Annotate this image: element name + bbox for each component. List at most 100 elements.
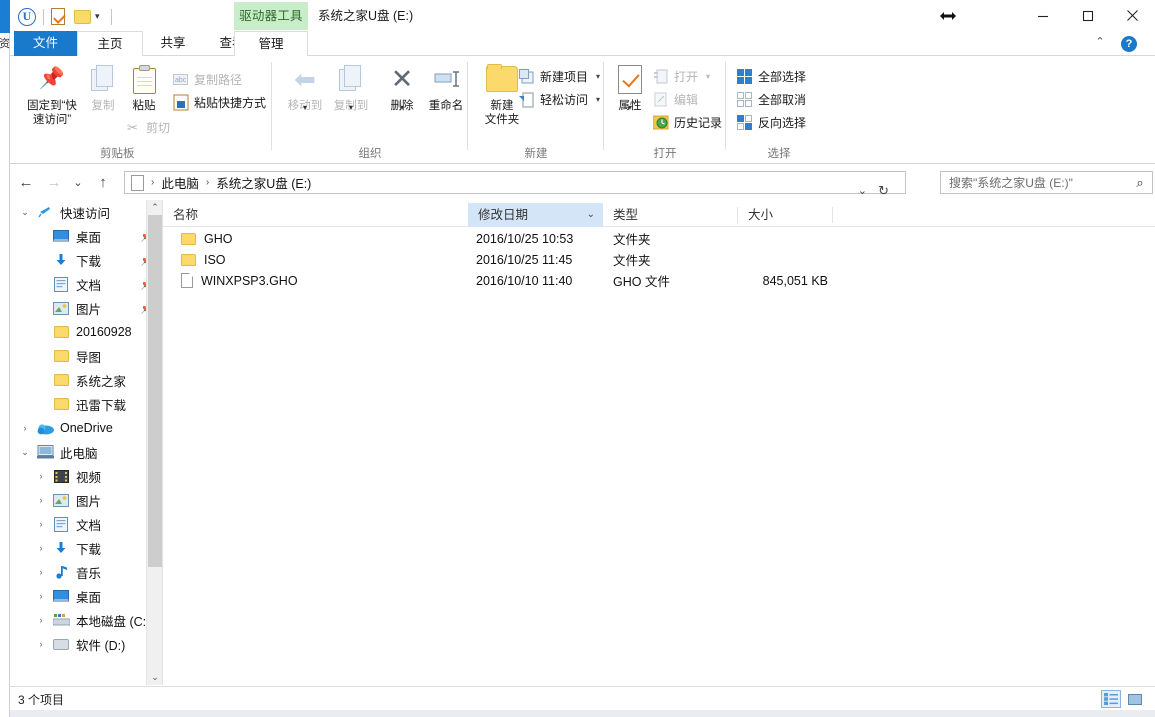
expander-chevron-icon[interactable]: › xyxy=(32,567,50,577)
sidebar-item-4[interactable]: 图片📌 xyxy=(10,296,162,320)
file-name-cell[interactable]: WINXPSP3.GHO xyxy=(181,273,298,288)
easy-access-button[interactable]: 轻松访问 ▾ xyxy=(518,89,600,110)
new-item-button[interactable]: 新建项目 ▾ xyxy=(518,66,600,87)
scroll-down-arrow-icon[interactable]: ⌄ xyxy=(147,670,163,685)
up-button[interactable]: ↑ xyxy=(93,173,113,193)
table-row[interactable]: GHO2016/10/25 10:53文件夹 xyxy=(163,228,1155,249)
paste-shortcut-button[interactable]: 粘贴快捷方式 xyxy=(172,92,266,113)
open-button[interactable]: 打开 ▾ xyxy=(652,66,710,87)
column-divider-size[interactable] xyxy=(832,207,833,223)
table-row[interactable]: WINXPSP3.GHO2016/10/10 11:40GHO 文件845,05… xyxy=(163,270,1155,291)
address-bar[interactable]: › 此电脑 › 系统之家U盘 (E:) ⌄ ↻ xyxy=(124,171,906,194)
sidebar-item-6[interactable]: 导图 xyxy=(10,344,162,368)
breadcrumb-item-1[interactable]: 系统之家U盘 (E:) xyxy=(214,173,313,192)
maximize-button[interactable] xyxy=(1065,0,1110,31)
sidebar-item-5[interactable]: 20160928 xyxy=(10,320,162,344)
copy-to-button[interactable]: 复制到 ▾ xyxy=(326,62,376,113)
expander-chevron-icon[interactable]: › xyxy=(32,639,50,649)
expander-chevron-icon[interactable]: › xyxy=(32,471,50,481)
tab-share[interactable]: 共享 xyxy=(143,31,203,56)
forward-button[interactable]: → xyxy=(44,173,64,193)
search-input[interactable]: 搜索"系统之家U盘 (E:)" xyxy=(941,174,1128,191)
file-name-cell[interactable]: GHO xyxy=(181,232,232,246)
expander-chevron-icon[interactable]: › xyxy=(32,495,50,505)
sidebar-item-13[interactable]: ›文档 xyxy=(10,512,162,536)
new-item-caret-icon[interactable]: ▾ xyxy=(596,72,600,81)
sidebar-item-12[interactable]: ›图片 xyxy=(10,488,162,512)
sidebar-item-10[interactable]: ⌄此电脑 xyxy=(10,440,162,464)
sidebar-item-14[interactable]: ›下载 xyxy=(10,536,162,560)
history-button[interactable]: 历史记录 xyxy=(652,112,722,133)
search-icon[interactable]: ⌕ xyxy=(1128,175,1152,191)
expander-chevron-icon[interactable]: › xyxy=(16,423,34,433)
scrollbar-thumb[interactable] xyxy=(148,215,162,567)
copy-path-button[interactable]: abc 复制路径 xyxy=(172,69,242,90)
customize-chevron-icon[interactable]: ▾ xyxy=(91,11,104,22)
minimize-button[interactable] xyxy=(1020,0,1065,31)
sidebar-item-9[interactable]: ›OneDrive xyxy=(10,416,162,440)
close-button[interactable] xyxy=(1110,0,1155,31)
column-name[interactable]: 名称 xyxy=(163,203,468,227)
easy-access-caret-icon[interactable]: ▾ xyxy=(596,95,600,104)
copy-button[interactable]: 复制 xyxy=(80,62,126,113)
expander-chevron-icon[interactable]: › xyxy=(32,615,50,625)
sidebar-item-2[interactable]: 下载📌 xyxy=(10,248,162,272)
sidebar-item-11[interactable]: ›视频 xyxy=(10,464,162,488)
move-to-button[interactable]: ⬅ 移动到 ▾ xyxy=(280,62,330,113)
column-type[interactable]: 类型 xyxy=(603,203,738,227)
properties-caret-icon[interactable]: ▾ xyxy=(628,101,632,115)
sidebar-item-17[interactable]: ›本地磁盘 (C:) xyxy=(10,608,162,632)
pin-to-quick-access-button[interactable]: 📌 固定到“快速访问” xyxy=(24,62,80,127)
edit-button[interactable]: 编辑 xyxy=(652,89,698,110)
select-none-button[interactable]: 全部取消 xyxy=(736,89,806,110)
move-to-caret-icon[interactable]: ▾ xyxy=(303,101,307,115)
sidebar-item-0[interactable]: ⌄快速访问 xyxy=(10,200,162,224)
expander-chevron-icon[interactable]: › xyxy=(32,543,50,553)
column-filter-chevron-icon[interactable]: ⌄ xyxy=(587,203,595,227)
tab-manage[interactable]: 管理 xyxy=(234,31,308,56)
help-button[interactable]: ? xyxy=(1121,36,1137,52)
column-size[interactable]: 大小 xyxy=(738,203,833,227)
folder-icon[interactable] xyxy=(74,10,91,24)
sidebar-item-16[interactable]: ›桌面 xyxy=(10,584,162,608)
navigation-pane-scrollbar[interactable]: ⌃ ⌄ xyxy=(146,200,162,685)
tab-file[interactable]: 文件 xyxy=(14,31,77,56)
table-row[interactable]: ISO2016/10/25 11:45文件夹 xyxy=(163,249,1155,270)
search-box[interactable]: 搜索"系统之家U盘 (E:)" ⌕ xyxy=(940,171,1153,194)
back-button[interactable]: ← xyxy=(16,173,36,193)
rename-button[interactable]: 重命名 xyxy=(422,62,470,113)
sidebar-item-1[interactable]: 桌面📌 xyxy=(10,224,162,248)
file-list[interactable]: GHO2016/10/25 10:53文件夹ISO2016/10/25 11:4… xyxy=(163,228,1155,685)
file-name-cell[interactable]: ISO xyxy=(181,253,226,267)
expander-chevron-icon[interactable]: › xyxy=(32,519,50,529)
address-dropdown-chevron-icon[interactable]: ⌄ xyxy=(858,184,867,197)
cut-button[interactable]: ✂ 剪切 xyxy=(124,117,170,138)
paste-button[interactable]: 粘贴 xyxy=(122,62,166,113)
ultraiso-u-icon[interactable]: U xyxy=(18,8,36,26)
expander-chevron-icon[interactable]: ⌄ xyxy=(16,447,34,458)
large-icons-view-button[interactable] xyxy=(1125,690,1145,708)
navigation-pane[interactable]: ⌄快速访问桌面📌下载📌文档📌图片📌20160928导图系统之家迅雷下载›OneD… xyxy=(10,200,162,685)
column-date-modified[interactable]: 修改日期 ⌄ xyxy=(468,203,603,227)
details-view-button[interactable] xyxy=(1101,690,1121,708)
sidebar-item-8[interactable]: 迅雷下载 xyxy=(10,392,162,416)
sidebar-item-18[interactable]: ›软件 (D:) xyxy=(10,632,162,656)
recent-locations-button[interactable]: ⌄ xyxy=(68,173,88,193)
open-caret-icon[interactable]: ▾ xyxy=(706,72,710,81)
invert-selection-button[interactable]: 反向选择 xyxy=(736,112,806,133)
delete-caret-icon[interactable]: ▾ xyxy=(400,101,404,115)
sidebar-item-7[interactable]: 系统之家 xyxy=(10,368,162,392)
expander-chevron-icon[interactable]: › xyxy=(32,591,50,601)
properties-icon[interactable] xyxy=(51,8,65,25)
scroll-up-arrow-icon[interactable]: ⌃ xyxy=(147,200,163,215)
delete-button[interactable]: ✕ 删除 ▾ xyxy=(380,62,424,113)
properties-button[interactable]: 属性 ▾ xyxy=(608,62,652,113)
sidebar-item-15[interactable]: ›音乐 xyxy=(10,560,162,584)
copy-to-caret-icon[interactable]: ▾ xyxy=(349,101,353,115)
refresh-button[interactable]: ↻ xyxy=(878,183,889,199)
breadcrumb-item-0[interactable]: 此电脑 xyxy=(159,173,201,192)
expander-chevron-icon[interactable]: ⌄ xyxy=(16,207,34,218)
select-all-button[interactable]: 全部选择 xyxy=(736,66,806,87)
sidebar-item-3[interactable]: 文档📌 xyxy=(10,272,162,296)
tab-home[interactable]: 主页 xyxy=(77,31,143,56)
